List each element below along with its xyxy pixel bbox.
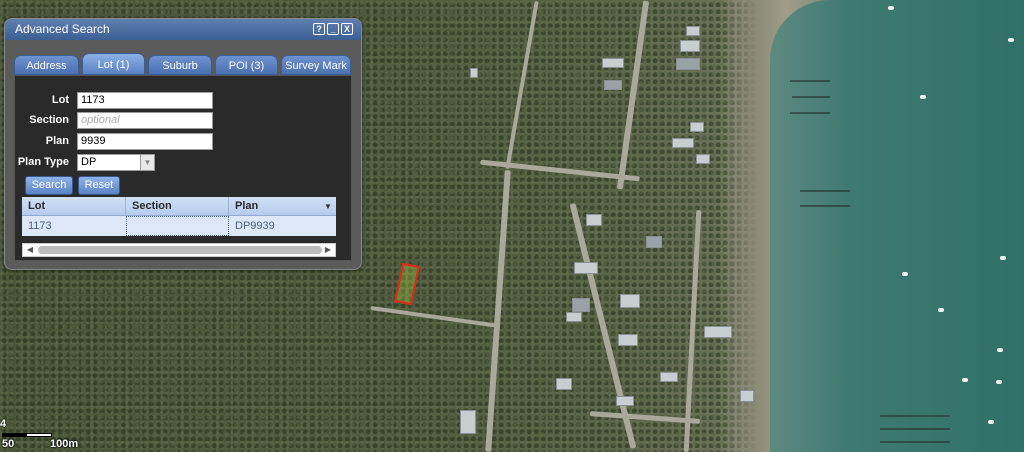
grid-header: Lot Section Plan ▼ (22, 197, 336, 216)
cell-lot: 1173 (28, 220, 52, 232)
section-input[interactable] (77, 111, 213, 129)
plan-label: Plan (45, 135, 69, 147)
scroll-right-icon[interactable]: ▶ (321, 244, 335, 256)
boat (1008, 38, 1014, 42)
search-tabs: Address Lot (1) Suburb POI (3) Survey Ma… (14, 53, 351, 75)
boat (996, 380, 1002, 384)
plan-type-select[interactable]: DP ▼ (77, 153, 155, 171)
boat (902, 272, 908, 276)
minimize-button[interactable]: _ (327, 23, 339, 35)
building (602, 58, 624, 68)
help-button[interactable]: ? (313, 23, 325, 35)
results-grid: Lot Section Plan ▼ 1173 DP9939 (22, 197, 336, 236)
boat (920, 95, 926, 99)
boat (938, 308, 944, 312)
plan-type-label: Plan Type (17, 156, 69, 168)
chevron-down-icon[interactable]: ▼ (141, 153, 155, 171)
cell-section (126, 216, 229, 236)
tab-lot[interactable]: Lot (1) (82, 53, 145, 75)
scroll-left-icon[interactable]: ◀ (23, 244, 37, 256)
lot-label: Lot (51, 94, 69, 106)
oyster-lease (800, 190, 850, 192)
oyster-lease (880, 441, 950, 443)
section-label: Section (29, 114, 69, 126)
building (686, 26, 700, 36)
oyster-lease (880, 428, 950, 430)
panel-title: Advanced Search (15, 22, 110, 36)
scroll-thumb[interactable] (38, 246, 322, 254)
column-menu-icon[interactable]: ▼ (320, 197, 336, 215)
lot-input[interactable] (77, 91, 213, 109)
building (646, 236, 662, 248)
plan-row: Plan (15, 132, 213, 150)
building (470, 68, 478, 78)
boat (988, 420, 994, 424)
building (704, 326, 732, 338)
water-area (770, 0, 1024, 452)
building (616, 396, 634, 406)
scale-bar: 4 50 100m (0, 418, 90, 452)
building (460, 410, 476, 434)
building (680, 40, 700, 52)
building (676, 58, 700, 70)
column-header-plan[interactable]: Plan (229, 197, 320, 215)
boat (1000, 256, 1006, 260)
cell-plan: DP9939 (235, 220, 275, 232)
building (574, 262, 598, 274)
plan-type-row: Plan Type DP ▼ (15, 153, 155, 171)
lot-row: Lot (15, 91, 213, 109)
scale-top-label: 4 (0, 418, 7, 430)
building (740, 390, 754, 402)
tab-poi[interactable]: POI (3) (215, 55, 278, 75)
oyster-lease (792, 96, 830, 98)
tab-survey-mark[interactable]: Survey Mark (281, 55, 351, 75)
oyster-lease (800, 205, 850, 207)
building (696, 154, 710, 164)
boat (888, 6, 894, 10)
building (556, 378, 572, 390)
boat (997, 348, 1003, 352)
plan-type-value: DP (77, 153, 141, 171)
column-header-lot[interactable]: Lot (22, 197, 126, 215)
oyster-lease (790, 112, 830, 114)
building (672, 138, 694, 148)
oyster-lease (790, 80, 830, 82)
building (618, 334, 638, 346)
search-button[interactable]: Search (25, 176, 73, 195)
close-button[interactable]: X (341, 23, 353, 35)
boat (962, 378, 968, 382)
scale-left-label: 50 (2, 438, 15, 450)
column-header-section[interactable]: Section (126, 197, 229, 215)
panel-title-bar[interactable]: Advanced Search ? _ X (5, 19, 361, 40)
section-row: Section (15, 111, 213, 129)
oyster-lease (880, 415, 950, 417)
scale-bar-graphic (2, 433, 52, 437)
building (572, 298, 590, 312)
building (586, 214, 602, 226)
table-row[interactable]: 1173 DP9939 (22, 216, 336, 236)
horizontal-scrollbar[interactable]: ◀ ▶ (22, 243, 336, 257)
lot-search-form: Lot Section Plan Plan Type DP ▼ Search R… (14, 75, 352, 261)
building (604, 80, 622, 90)
tab-suburb[interactable]: Suburb (148, 55, 212, 75)
reset-button[interactable]: Reset (78, 176, 120, 195)
scale-right-label: 100m (50, 438, 79, 450)
building (660, 372, 678, 382)
title-buttons: ? _ X (313, 23, 353, 35)
building (566, 312, 582, 322)
advanced-search-panel: Advanced Search ? _ X Address Lot (1) Su… (4, 18, 362, 270)
plan-input[interactable] (77, 132, 213, 150)
building (620, 294, 640, 308)
tab-address[interactable]: Address (14, 55, 79, 75)
building (690, 122, 704, 132)
